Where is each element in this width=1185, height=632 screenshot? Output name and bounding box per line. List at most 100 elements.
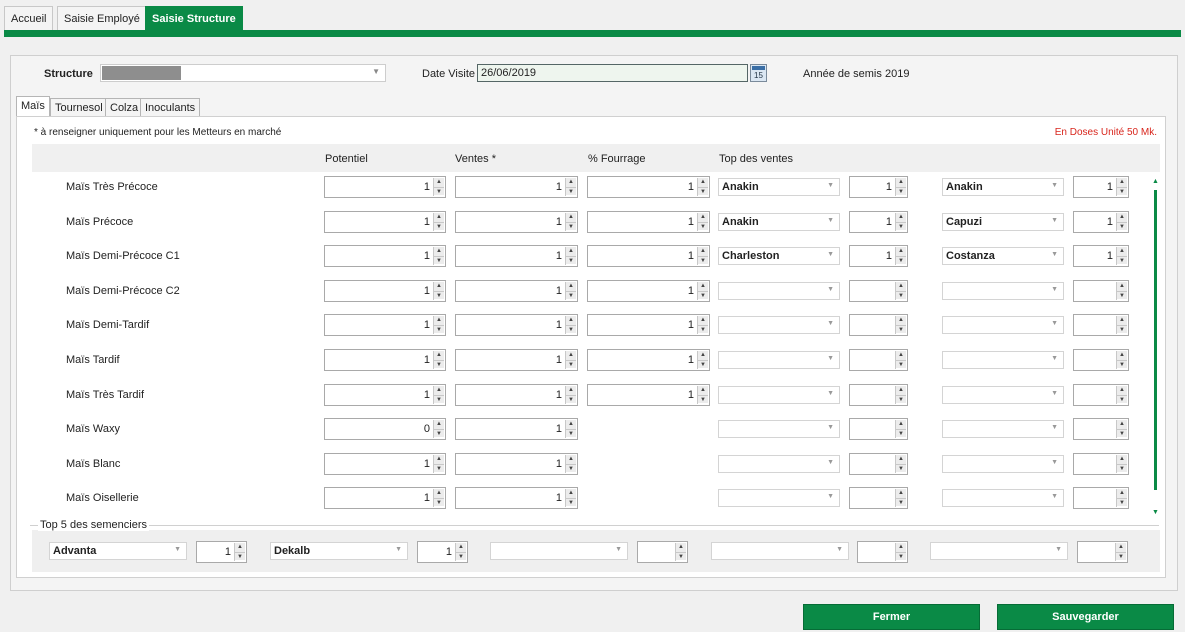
semencier-select[interactable]: ▼ [711,542,849,560]
structure-select[interactable]: ▼ [100,64,386,82]
spin-down-icon[interactable]: ▼ [1117,187,1127,195]
spin-down-icon[interactable]: ▼ [566,498,576,507]
top1-spin[interactable]: ▲ ▼ [849,418,908,441]
spin-up-icon[interactable]: ▲ [434,247,444,257]
potentiel-spin[interactable]: 1 ▲ ▼ [324,349,446,371]
tab-saisie-structure[interactable]: Saisie Structure [145,6,243,30]
spin-up-icon[interactable]: ▲ [434,281,444,291]
spin-up-icon[interactable]: ▲ [1117,385,1127,395]
spin-up-icon[interactable]: ▲ [676,543,686,552]
spin-down-icon[interactable]: ▼ [566,187,576,195]
top2-select[interactable]: Capuzi ▼ [942,212,1064,231]
semencier-select[interactable]: ▼ [930,542,1068,560]
top2-select[interactable]: ▼ [942,489,1064,508]
spin-up-icon[interactable]: ▲ [1117,454,1127,464]
top1-spin[interactable]: 1 ▲ ▼ [849,176,908,198]
spin-up-icon[interactable]: ▲ [1117,281,1127,291]
top1-select[interactable]: Anakin ▼ [718,212,840,231]
tab-saisie-employe[interactable]: Saisie Employé [57,6,147,30]
spin-down-icon[interactable]: ▼ [566,325,576,334]
spin-down-icon[interactable]: ▼ [1117,221,1127,230]
spin-down-icon[interactable]: ▼ [896,360,906,368]
spin-up-icon[interactable]: ▲ [896,420,906,430]
tab-colza[interactable]: Colza [105,98,144,117]
top1-select[interactable]: ▼ [718,454,840,473]
spin-up-icon[interactable]: ▲ [698,247,708,257]
semencier-select[interactable]: Dekalb ▼ [270,542,408,560]
spin-down-icon[interactable]: ▼ [698,256,708,265]
fourrage-spin[interactable]: 1 ▲ ▼ [587,279,710,302]
spin-down-icon[interactable]: ▼ [434,394,444,403]
spin-up-icon[interactable]: ▲ [896,385,906,395]
spin-up-icon[interactable]: ▲ [698,385,708,395]
spin-up-icon[interactable]: ▲ [434,316,444,326]
spin-down-icon[interactable]: ▼ [896,394,906,403]
potentiel-spin[interactable]: 0 ▲ ▼ [324,418,446,441]
top2-spin[interactable]: ▲ ▼ [1073,383,1129,406]
ventes-spin[interactable]: 1 ▲ ▼ [455,210,578,233]
spin-up-icon[interactable]: ▲ [456,543,466,552]
spin-down-icon[interactable]: ▼ [566,394,576,403]
top1-select[interactable]: Charleston ▼ [718,247,840,266]
ventes-spin[interactable]: 1 ▲ ▼ [455,176,578,198]
tab-mais[interactable]: Maïs [16,96,50,117]
ventes-spin[interactable]: 1 ▲ ▼ [455,487,578,510]
sauvegarder-button[interactable]: Sauvegarder [997,604,1174,630]
spin-up-icon[interactable]: ▲ [1117,316,1127,326]
spin-down-icon[interactable]: ▼ [698,187,708,195]
fourrage-spin[interactable]: 1 ▲ ▼ [587,245,710,268]
spin-down-icon[interactable]: ▼ [1116,552,1126,560]
top2-spin[interactable]: 1 ▲ ▼ [1073,210,1129,233]
spin-down-icon[interactable]: ▼ [896,187,906,195]
fourrage-spin[interactable]: 1 ▲ ▼ [587,349,710,371]
top2-spin[interactable]: ▲ ▼ [1073,279,1129,302]
spin-up-icon[interactable]: ▲ [566,454,576,464]
spin-up-icon[interactable]: ▲ [434,489,444,499]
spin-up-icon[interactable]: ▲ [896,247,906,257]
fourrage-spin[interactable]: 1 ▲ ▼ [587,383,710,406]
spin-up-icon[interactable]: ▲ [896,178,906,187]
top1-select[interactable]: ▼ [718,489,840,508]
spin-down-icon[interactable]: ▼ [434,221,444,230]
spin-down-icon[interactable]: ▼ [1117,429,1127,438]
spin-up-icon[interactable]: ▲ [566,281,576,291]
spin-up-icon[interactable]: ▲ [1117,489,1127,499]
top1-spin[interactable]: 1 ▲ ▼ [849,210,908,233]
top1-spin[interactable]: ▲ ▼ [849,279,908,302]
spin-up-icon[interactable]: ▲ [698,281,708,291]
spin-down-icon[interactable]: ▼ [698,360,708,368]
potentiel-spin[interactable]: 1 ▲ ▼ [324,487,446,510]
date-visite-input[interactable]: 26/06/2019 [477,64,748,82]
top1-select[interactable]: ▼ [718,351,840,369]
potentiel-spin[interactable]: 1 ▲ ▼ [324,314,446,337]
spin-down-icon[interactable]: ▼ [1117,394,1127,403]
spin-up-icon[interactable]: ▲ [1117,247,1127,257]
spin-down-icon[interactable]: ▼ [698,221,708,230]
potentiel-spin[interactable]: 1 ▲ ▼ [324,210,446,233]
spin-up-icon[interactable]: ▲ [566,420,576,430]
spin-up-icon[interactable]: ▲ [698,351,708,360]
spin-up-icon[interactable]: ▲ [896,316,906,326]
spin-down-icon[interactable]: ▼ [566,429,576,438]
spin-down-icon[interactable]: ▼ [566,463,576,472]
top2-select[interactable]: Anakin ▼ [942,178,1064,196]
top2-spin[interactable]: ▲ ▼ [1073,349,1129,371]
tab-tournesol[interactable]: Tournesol [50,98,108,117]
spin-down-icon[interactable]: ▼ [698,290,708,299]
semencier-select[interactable]: Advanta ▼ [49,542,187,560]
tab-inoculants[interactable]: Inoculants [140,98,201,117]
fermer-button[interactable]: Fermer [803,604,980,630]
spin-down-icon[interactable]: ▼ [896,463,906,472]
spin-up-icon[interactable]: ▲ [566,351,576,360]
top2-select[interactable]: Costanza ▼ [942,247,1064,266]
spin-down-icon[interactable]: ▼ [235,552,245,560]
semencier-spin[interactable]: ▲ ▼ [1077,541,1128,563]
semencier-select[interactable]: ▼ [490,542,628,560]
top1-select[interactable]: ▼ [718,420,840,439]
spin-down-icon[interactable]: ▼ [698,394,708,403]
spin-up-icon[interactable]: ▲ [698,212,708,222]
spin-up-icon[interactable]: ▲ [698,178,708,187]
spin-up-icon[interactable]: ▲ [1117,212,1127,222]
spin-down-icon[interactable]: ▼ [896,221,906,230]
spin-up-icon[interactable]: ▲ [566,385,576,395]
